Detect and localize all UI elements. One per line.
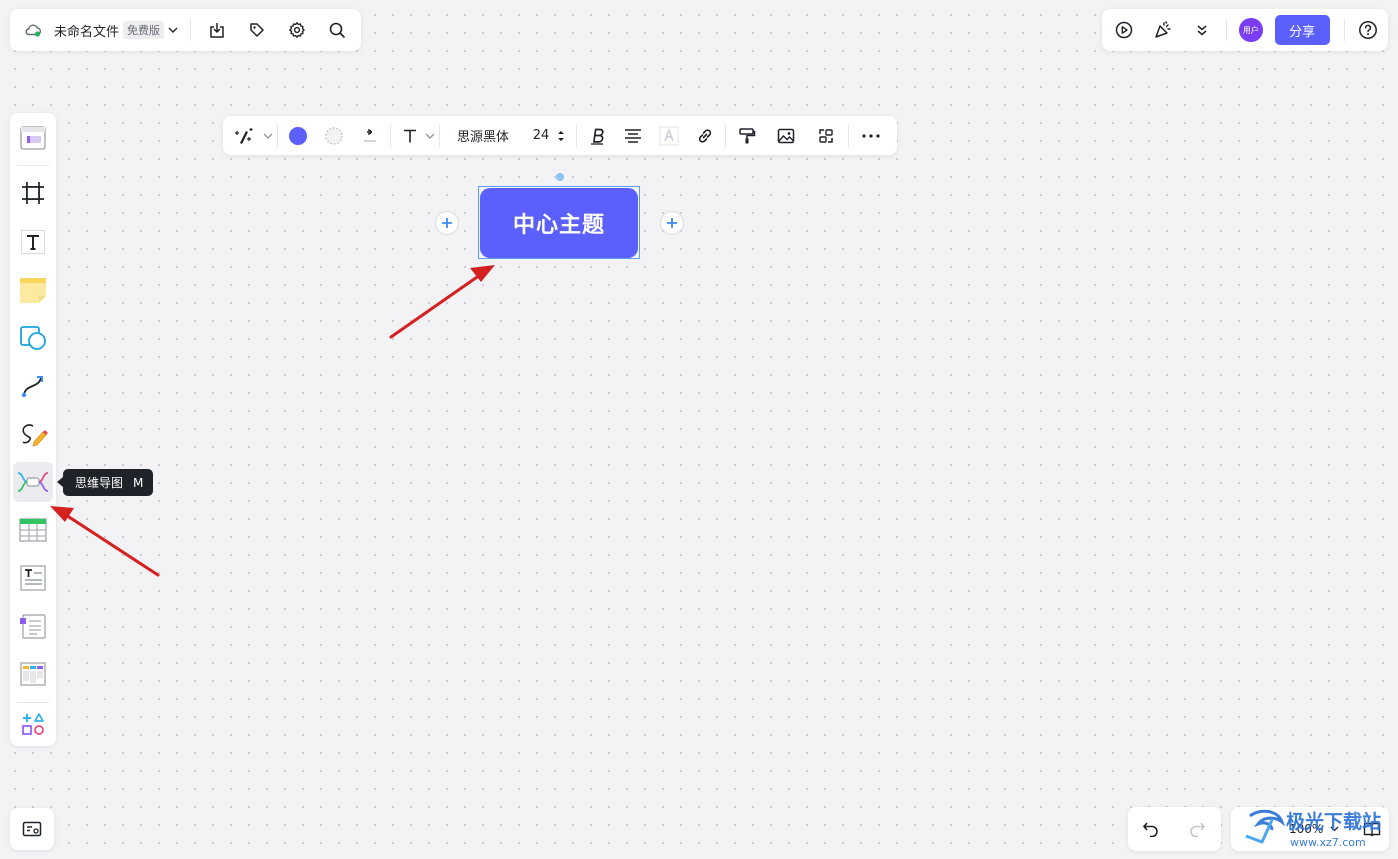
undo-icon[interactable] — [1128, 807, 1174, 851]
map-icon — [22, 821, 42, 837]
history-bar — [1128, 807, 1221, 851]
watermark-url: www.xz7.com — [1290, 836, 1366, 849]
watermark-logo: 极光下载站 www.xz7.com — [1245, 809, 1381, 849]
annotation-arrow-tool — [50, 506, 160, 577]
annotation-arrows — [50, 265, 495, 577]
watermark-text: 极光下载站 — [1286, 810, 1381, 833]
annotation-arrow-node — [389, 265, 495, 339]
redo-icon[interactable] — [1174, 807, 1220, 851]
minimap-button[interactable] — [10, 808, 54, 850]
